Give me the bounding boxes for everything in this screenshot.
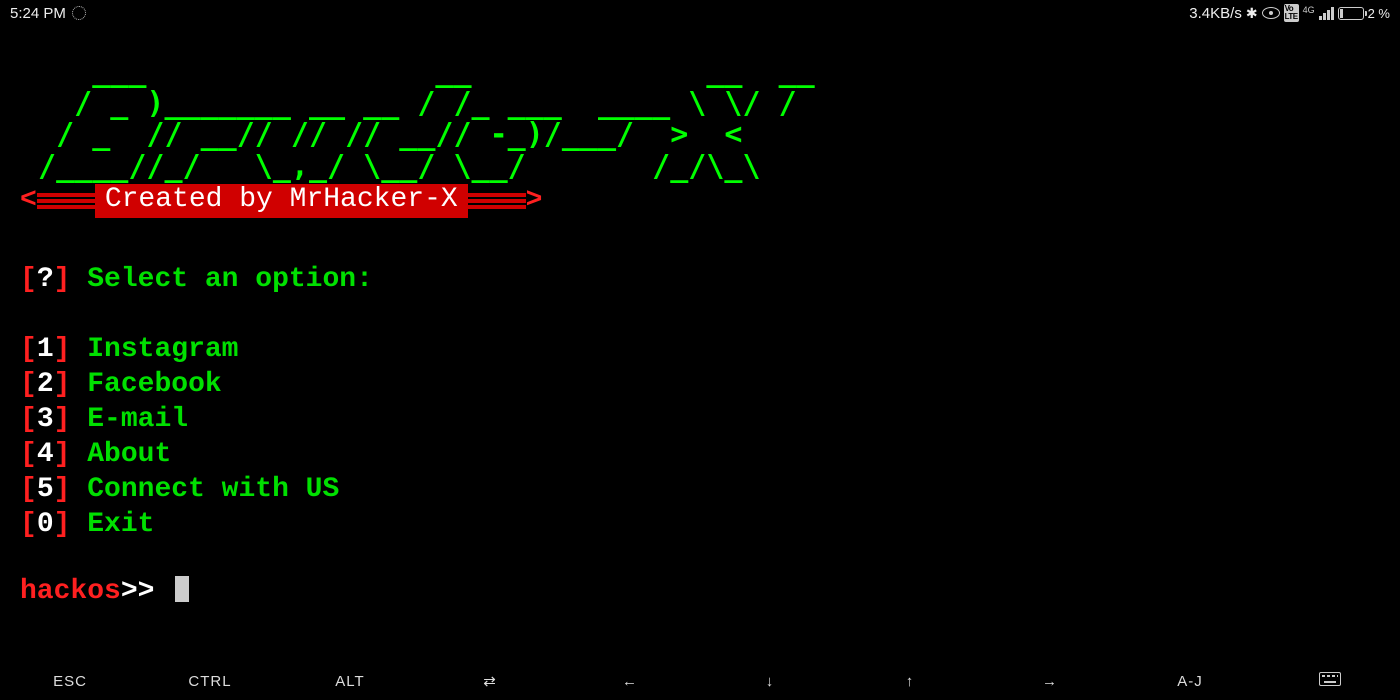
key-alt[interactable]: ALT xyxy=(280,673,420,690)
volte-icon: VoLTE xyxy=(1284,4,1299,22)
keyboard-icon xyxy=(1319,672,1341,686)
key-down[interactable]: ↓ xyxy=(700,673,840,690)
signal-bars-icon xyxy=(1319,7,1334,20)
eye-comfort-icon xyxy=(1262,7,1280,19)
menu-prompt: [?] Select an option: xyxy=(20,262,1380,297)
battery-percent: 2 % xyxy=(1368,6,1390,21)
terminal-area[interactable]: ___ __ __ __ / _ )_______ __ __ / /_ ___… xyxy=(0,26,1400,606)
shell-prompt[interactable]: hackos>> xyxy=(20,576,1380,606)
bluetooth-icon: ✱ xyxy=(1246,5,1258,22)
key-tab[interactable]: ⇄ xyxy=(420,672,560,690)
credit-label: Created by MrHacker-X xyxy=(95,184,468,218)
menu-item-facebook[interactable]: [2] Facebook xyxy=(20,367,1380,402)
credit-right-arrow: > xyxy=(526,187,543,215)
menu: [?] Select an option: [1] Instagram [2] … xyxy=(20,262,1380,542)
key-ctrl[interactable]: CTRL xyxy=(140,673,280,690)
credit-line-right xyxy=(468,199,526,203)
key-left[interactable]: ← xyxy=(560,673,700,690)
battery-icon xyxy=(1338,7,1364,20)
key-up[interactable]: ↑ xyxy=(840,673,980,690)
key-keyboard-toggle[interactable] xyxy=(1260,672,1400,690)
credit-left-arrow: < xyxy=(20,187,37,215)
key-right[interactable]: → xyxy=(980,673,1120,690)
clock-time: 5:24 PM xyxy=(10,5,66,22)
menu-item-connect[interactable]: [5] Connect with US xyxy=(20,472,1380,507)
cursor-icon xyxy=(175,576,189,602)
menu-item-instagram[interactable]: [1] Instagram xyxy=(20,332,1380,367)
menu-item-exit[interactable]: [0] Exit xyxy=(20,507,1380,542)
menu-item-email[interactable]: [3] E-mail xyxy=(20,402,1380,437)
termux-extra-keys: ESC CTRL ALT ⇄ ← ↓ ↑ → A-J xyxy=(0,666,1400,696)
ascii-banner: ___ __ __ __ / _ )_______ __ __ / /_ ___… xyxy=(20,56,1380,182)
network-type-label: 4G xyxy=(1303,6,1315,15)
key-aj[interactable]: A-J xyxy=(1120,673,1260,690)
key-esc[interactable]: ESC xyxy=(0,673,140,690)
credit-line-left xyxy=(37,199,95,203)
android-status-bar: 5:24 PM 3.4KB/s ✱ VoLTE 4G 2 % xyxy=(0,0,1400,26)
prompt-user: hackos xyxy=(20,576,121,607)
prompt-symbol: >> xyxy=(121,576,171,607)
network-speed: 3.4KB/s xyxy=(1189,5,1242,22)
sync-spinner-icon xyxy=(72,6,86,20)
credit-banner: < Created by MrHacker-X > xyxy=(20,184,1380,218)
menu-item-about[interactable]: [4] About xyxy=(20,437,1380,472)
